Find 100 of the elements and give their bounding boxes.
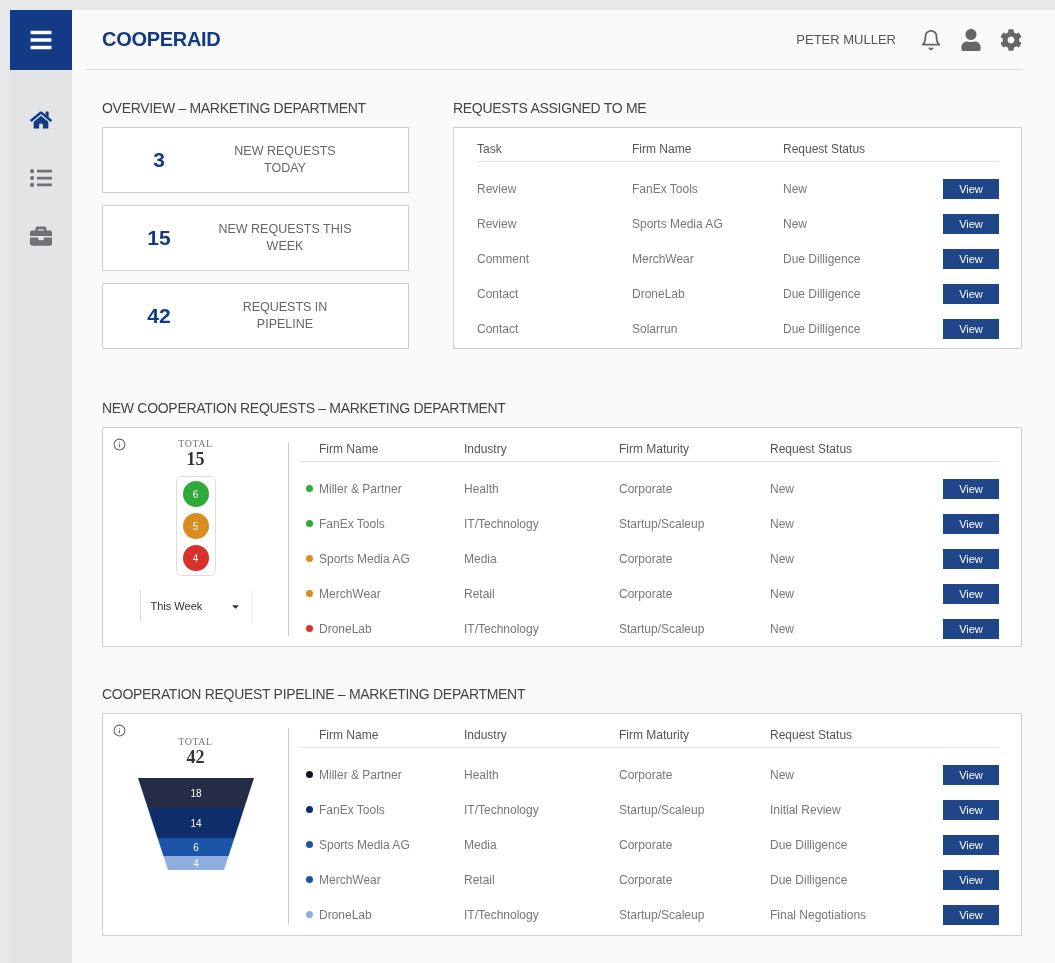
view-button[interactable]: View — [943, 548, 999, 569]
user-name: PETER MULLER — [796, 32, 896, 47]
table-cell-text: Corporate — [619, 872, 674, 887]
table-cell-text: Contact — [477, 321, 520, 336]
funnel-value: 14 — [189, 818, 202, 829]
total-label: TOTAL — [178, 736, 213, 747]
table-cell-text: Sports Media AG — [632, 216, 724, 231]
menu-icon — [29, 28, 53, 52]
column-header: Request Status — [770, 436, 943, 462]
stat-value: 15 — [146, 226, 172, 250]
bell-icon[interactable] — [920, 28, 942, 51]
view-button[interactable]: View — [943, 799, 999, 820]
view-button[interactable]: View — [943, 248, 999, 269]
table-cell-text: DroneLab — [319, 621, 373, 636]
stat-value: 3 — [152, 148, 166, 172]
column-header: Firm Name — [319, 436, 464, 462]
user-icon[interactable] — [960, 28, 982, 51]
table-cell-text: Review — [477, 216, 518, 231]
light-count: 4 — [182, 545, 209, 571]
view-button[interactable]: View — [943, 583, 999, 604]
table-cell-text: Corporate — [619, 767, 674, 782]
table-cell-text: Due Dilligence — [783, 286, 862, 301]
table-cell-text: FanEx Tools — [319, 802, 386, 817]
total-label: TOTAL — [178, 438, 213, 449]
column-header: Firm Maturity — [619, 436, 770, 462]
table-cell-text: DroneLab — [319, 907, 373, 922]
view-button[interactable]: View — [943, 178, 999, 199]
table-cell-text: New — [783, 216, 808, 231]
table-cell-text: New — [770, 767, 795, 782]
table-cell-text: Startup/Scaleup — [619, 516, 706, 531]
column-header: Request Status — [770, 722, 943, 748]
section-title: COOPERATION REQUEST PIPELINE – MARKETING DEPARTMENT — [102, 686, 527, 702]
stat-value: 42 — [146, 304, 172, 328]
stat-label: NEW REQUESTS TODAY — [233, 143, 337, 177]
table-cell-text: Media — [464, 551, 498, 566]
light-count: 6 — [182, 481, 209, 507]
section-title: NEW COOPERATION REQUESTS – MARKETING DEPARTMENT — [102, 400, 507, 416]
column-header: Industry — [464, 722, 619, 748]
view-button[interactable]: View — [943, 618, 999, 639]
stat-label: REQUESTS IN PIPELINE — [241, 299, 329, 333]
info-icon[interactable] — [113, 724, 126, 737]
funnel-value: 6 — [192, 842, 199, 853]
view-button[interactable]: View — [943, 834, 999, 855]
table-cell-text: Health — [464, 481, 500, 496]
column-header: Firm Maturity — [619, 722, 770, 748]
settings-icon[interactable] — [1000, 28, 1022, 51]
table-cell-text: Due Dilligence — [770, 872, 849, 887]
table-cell-text: Corporate — [619, 837, 674, 852]
table-cell-text: Startup/Scaleup — [619, 621, 706, 636]
table-cell-text: Corporate — [619, 481, 674, 496]
table-cell-text: DroneLab — [632, 286, 686, 301]
table-cell-text: MerchWear — [632, 251, 695, 266]
table-cell-text: Startup/Scaleup — [619, 907, 706, 922]
stat-label: NEW REQUESTS THIS WEEK — [217, 221, 353, 255]
column-header: Task — [477, 136, 632, 162]
table-cell-text: New — [770, 551, 795, 566]
table-cell-text: MerchWear — [319, 872, 382, 887]
view-button[interactable]: View — [943, 283, 999, 304]
section-title: OVERVIEW – MARKETING DEPARTMENT — [102, 100, 367, 116]
table-cell-text: Solarrun — [632, 321, 679, 336]
table-cell-text: Startup/Scaleup — [619, 802, 706, 817]
table-cell-text: MerchWear — [319, 586, 382, 601]
column-header: Firm Name — [319, 722, 464, 748]
total-value: 42 — [186, 747, 205, 768]
table-cell-text: FanEx Tools — [632, 181, 699, 196]
table-cell-text: Health — [464, 767, 500, 782]
table-cell-text: Corporate — [619, 551, 674, 566]
period-dropdown[interactable]: This Week — [139, 590, 252, 622]
table-cell-text: Due Dilligence — [783, 321, 862, 336]
table-cell-text: New — [770, 586, 795, 601]
view-button[interactable]: View — [943, 764, 999, 785]
table-cell-text: FanEx Tools — [319, 516, 386, 531]
column-header: Request Status — [783, 136, 943, 162]
total-value: 15 — [186, 449, 205, 470]
table-cell-text: IT/Technology — [464, 621, 540, 636]
view-button[interactable]: View — [943, 318, 999, 339]
menu-button[interactable] — [10, 10, 72, 70]
section-title: REQUESTS ASSIGNED TO ME — [453, 100, 648, 116]
funnel-value: 18 — [189, 788, 202, 799]
view-button[interactable]: View — [943, 904, 999, 925]
table-cell-text: Comment — [477, 251, 530, 266]
column-header: Firm Name — [632, 136, 783, 162]
view-button[interactable]: View — [943, 513, 999, 534]
table-cell-text: Review — [477, 181, 518, 196]
light-count: 5 — [182, 513, 209, 539]
table-cell-text: New — [783, 181, 808, 196]
view-button[interactable]: View — [943, 478, 999, 499]
table-cell-text: IT/Technology — [464, 802, 540, 817]
column-header: Industry — [464, 436, 619, 462]
table-cell-text: IT/Technology — [464, 907, 540, 922]
table-cell-text: Miller & Partner — [319, 481, 403, 496]
funnel-value: 4 — [192, 858, 199, 869]
table-cell-text: Retail — [464, 872, 496, 887]
table-cell-text: Sports Media AG — [319, 551, 411, 566]
table-cell-text: Contact — [477, 286, 520, 301]
view-button[interactable]: View — [943, 869, 999, 890]
table-cell-text: New — [770, 621, 795, 636]
info-icon[interactable] — [113, 438, 126, 451]
table-cell-text: Corporate — [619, 586, 674, 601]
view-button[interactable]: View — [943, 213, 999, 234]
